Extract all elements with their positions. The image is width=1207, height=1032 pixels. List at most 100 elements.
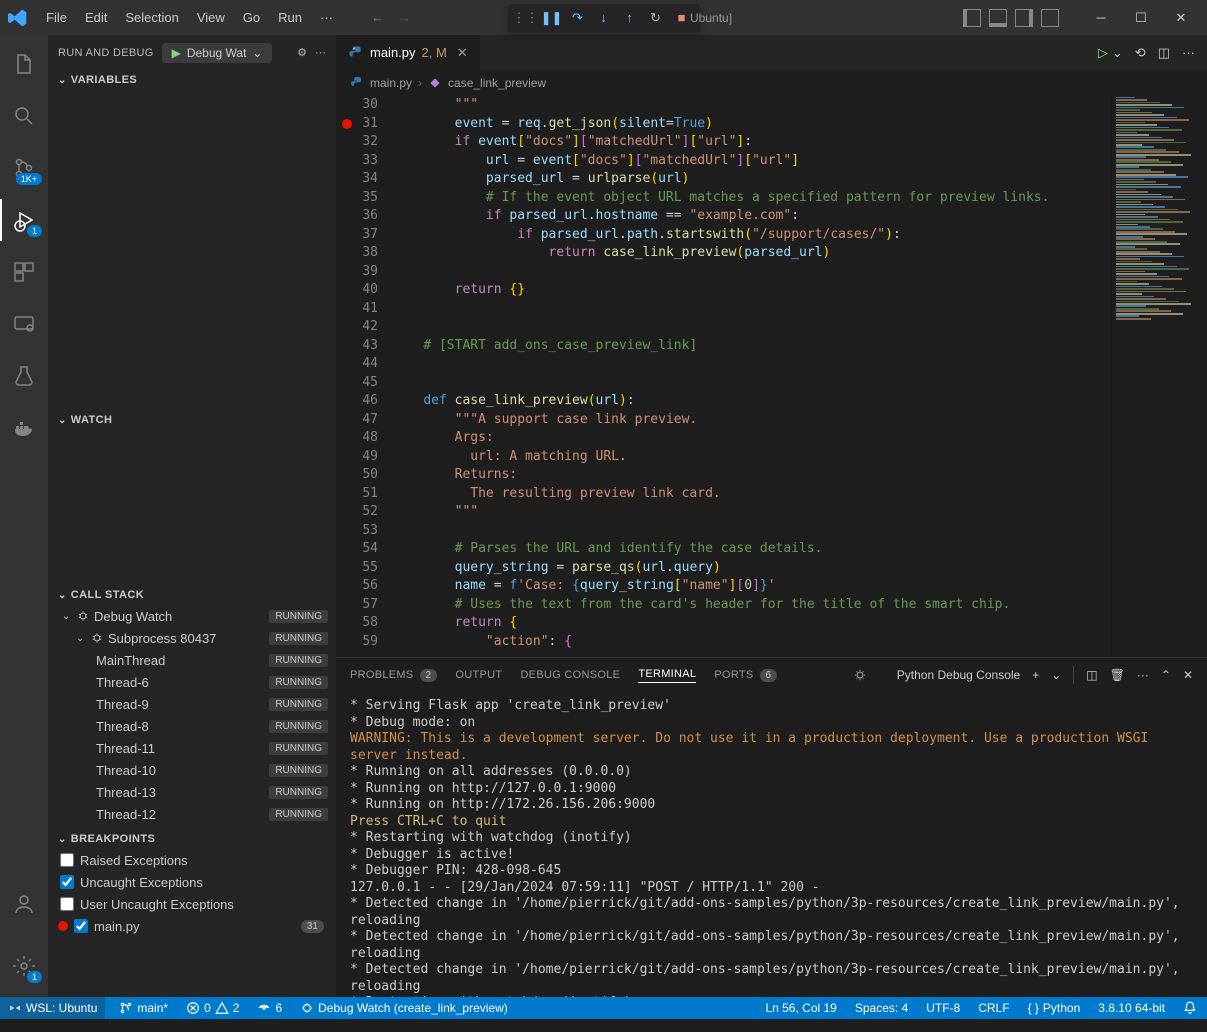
section-breakpoints[interactable]: ⌄ BREAKPOINTS — [48, 829, 336, 849]
line-number-gutter[interactable]: 3031323334353637383940414243444546474849… — [336, 96, 392, 657]
debug-config-selector[interactable]: ▶ Debug Wat ⌄ — [162, 43, 273, 63]
menu-run[interactable]: Run — [270, 6, 310, 29]
checkbox[interactable] — [60, 897, 74, 911]
checkbox[interactable] — [74, 919, 88, 933]
step-out-button[interactable]: ↑ — [618, 6, 642, 30]
layout-sidebar-left-icon[interactable] — [963, 9, 981, 27]
more-icon[interactable]: ··· — [315, 47, 326, 59]
step-over-button[interactable]: ↷ — [566, 6, 590, 30]
status-debug-session[interactable]: Debug Watch (create_link_preview) — [296, 1001, 512, 1015]
callstack-row[interactable]: Thread-13RUNNING — [48, 781, 336, 803]
pause-button[interactable]: ❚❚ — [540, 6, 564, 30]
trash-icon[interactable]: 🗑 — [1110, 668, 1125, 682]
more-icon[interactable]: ··· — [1182, 45, 1195, 60]
callstack-row[interactable]: ⌄Subprocess 80437RUNNING — [48, 627, 336, 649]
panel-tab-debug-console[interactable]: DEBUG CONSOLE — [520, 669, 620, 681]
run-file-button[interactable]: ▷ — [1098, 45, 1108, 61]
activity-account[interactable] — [0, 883, 48, 925]
chevron-up-icon[interactable]: ⌃ — [1161, 668, 1171, 682]
status-encoding[interactable]: UTF-8 — [922, 1001, 964, 1015]
nav-back-icon[interactable]: ← — [371, 10, 384, 25]
add-terminal-icon[interactable]: + — [1032, 668, 1039, 682]
window-minimize-button[interactable]: ─ — [1083, 4, 1119, 32]
callstack-row[interactable]: ⌄Debug WatchRUNNING — [48, 605, 336, 627]
tab-main-py[interactable]: main.py 2, M ✕ — [336, 35, 481, 70]
callstack-row[interactable]: MainThreadRUNNING — [48, 649, 336, 671]
window-maximize-button[interactable]: ☐ — [1123, 4, 1159, 32]
more-icon[interactable]: ··· — [1137, 668, 1149, 682]
activity-explorer[interactable] — [0, 43, 48, 85]
checkbox[interactable] — [60, 853, 74, 867]
callstack-row[interactable]: Thread-8RUNNING — [48, 715, 336, 737]
layout-panel-bottom-icon[interactable] — [989, 9, 1007, 27]
panel-tab-ports[interactable]: PORTS 6 — [714, 669, 777, 682]
chevron-down-icon[interactable]: ⌄ — [1112, 45, 1123, 61]
activity-source-control[interactable]: 1K+ — [0, 147, 48, 189]
activity-docker[interactable] — [0, 407, 48, 449]
status-ports[interactable]: 6 — [253, 1001, 286, 1015]
status-remote[interactable]: WSL: Ubuntu — [0, 997, 105, 1019]
code-area[interactable]: """ event = req.get_json(silent=True) if… — [392, 96, 1111, 657]
callstack-row[interactable]: Thread-6RUNNING — [48, 671, 336, 693]
breakpoint-option[interactable]: Raised Exceptions — [48, 849, 336, 871]
menu-view[interactable]: View — [189, 6, 233, 29]
status-notifications-icon[interactable] — [1179, 1001, 1201, 1015]
panel-tab-output[interactable]: OUTPUT — [455, 669, 502, 681]
restart-button[interactable]: ↻ — [644, 6, 668, 30]
breakpoint-option[interactable]: User Uncaught Exceptions — [48, 893, 336, 915]
section-variables[interactable]: ⌄ VARIABLES — [48, 70, 336, 90]
menu-selection[interactable]: Selection — [117, 6, 186, 29]
terminal-output[interactable]: * Serving Flask app 'create_link_preview… — [336, 692, 1207, 997]
breakpoint-dot-icon[interactable] — [342, 119, 352, 129]
terminal-profile-name[interactable]: Python Debug Console — [879, 668, 1020, 683]
tab-close-icon[interactable]: ✕ — [457, 45, 468, 61]
activity-settings[interactable]: 1 — [0, 945, 48, 987]
split-editor-icon[interactable]: ◫ — [1158, 45, 1170, 61]
status-problems[interactable]: 0 2 — [182, 1001, 243, 1015]
drag-handle-icon[interactable]: ⋮⋮ — [514, 6, 538, 30]
callstack-row[interactable]: Thread-12RUNNING — [48, 803, 336, 825]
status-branch[interactable]: main* — [115, 1001, 172, 1015]
breakpoint-option[interactable]: Uncaught Exceptions — [48, 871, 336, 893]
status-eol[interactable]: CRLF — [974, 1001, 1013, 1015]
split-terminal-icon[interactable]: ◫ — [1086, 668, 1097, 682]
callstack-row[interactable]: Thread-11RUNNING — [48, 737, 336, 759]
panel-tab-problems[interactable]: PROBLEMS 2 — [350, 669, 437, 682]
menu-go[interactable]: Go — [235, 6, 268, 29]
activity-run-debug[interactable]: 1 — [0, 199, 48, 241]
nav-forward-icon[interactable]: → — [398, 10, 411, 25]
layout-sidebar-right-icon[interactable] — [1015, 9, 1033, 27]
activity-remote[interactable] — [0, 303, 48, 345]
callstack-row[interactable]: Thread-10RUNNING — [48, 759, 336, 781]
activity-extensions[interactable] — [0, 251, 48, 293]
problems-count: 2 — [420, 669, 438, 682]
callstack-row[interactable]: Thread-9RUNNING — [48, 693, 336, 715]
panel-tab-terminal[interactable]: TERMINAL — [638, 668, 696, 683]
menu-edit[interactable]: Edit — [77, 6, 115, 29]
status-indentation[interactable]: Spaces: 4 — [851, 1001, 912, 1015]
section-watch[interactable]: ⌄ WATCH — [48, 410, 336, 430]
gear-icon[interactable]: ⚙ — [297, 46, 307, 59]
minimap[interactable] — [1111, 96, 1207, 657]
breakpoint-file[interactable]: main.py31 — [48, 915, 336, 937]
status-interpreter[interactable]: 3.8.10 64-bit — [1094, 1001, 1169, 1015]
window-close-button[interactable]: ✕ — [1163, 4, 1199, 32]
step-into-button[interactable]: ↓ — [592, 6, 616, 30]
activity-testing[interactable] — [0, 355, 48, 397]
layout-customize-icon[interactable] — [1041, 9, 1059, 27]
breadcrumb-symbol[interactable]: case_link_preview — [448, 76, 546, 90]
window-title: Ubuntu] — [690, 11, 732, 25]
close-panel-icon[interactable]: ✕ — [1183, 668, 1193, 682]
menu-more[interactable]: ··· — [312, 6, 341, 29]
checkbox[interactable] — [60, 875, 74, 889]
status-language[interactable]: { }Python — [1024, 1001, 1085, 1015]
breadcrumb-file[interactable]: main.py — [370, 76, 412, 90]
status-cursor-position[interactable]: Ln 56, Col 19 — [761, 1001, 840, 1015]
section-callstack[interactable]: ⌄ CALL STACK — [48, 585, 336, 605]
activity-search[interactable] — [0, 95, 48, 137]
menu-file[interactable]: File — [38, 6, 75, 29]
breadcrumb-bar[interactable]: main.py › case_link_preview — [336, 70, 1207, 96]
chevron-down-icon[interactable]: ⌄ — [1051, 668, 1061, 682]
editor-body[interactable]: 3031323334353637383940414243444546474849… — [336, 96, 1207, 657]
debug-alt-icon[interactable]: ⟲ — [1135, 45, 1146, 61]
